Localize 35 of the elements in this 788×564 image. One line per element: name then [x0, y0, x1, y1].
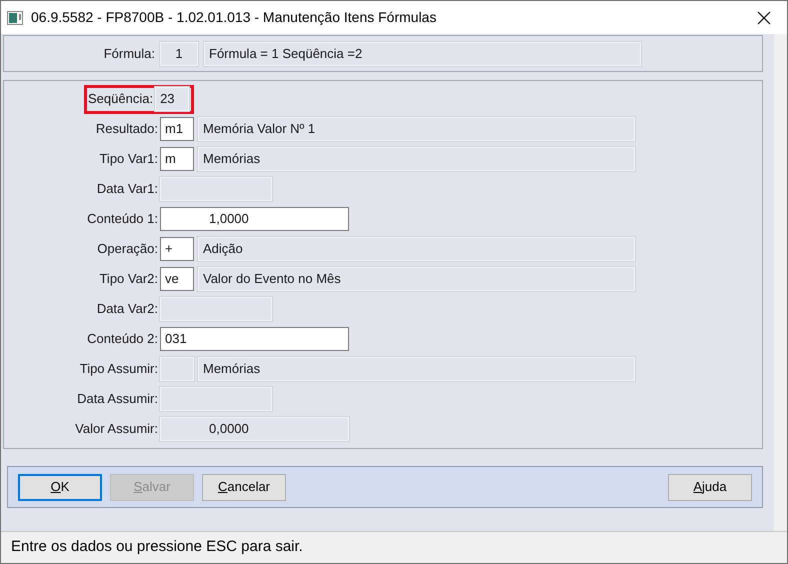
- field-label: Tipo Assumir:: [80, 360, 158, 378]
- dialog-button[interactable]: Cancelar: [202, 474, 286, 500]
- input-field[interactable]: +: [160, 237, 194, 261]
- dialog-button[interactable]: OK: [18, 474, 102, 500]
- readonly-field: Adição: [198, 237, 635, 261]
- readonly-field: 1: [160, 42, 198, 66]
- field-label: Resultado:: [96, 120, 158, 138]
- close-icon: [757, 10, 771, 24]
- readonly-field: Memórias: [198, 357, 635, 381]
- readonly-field: Fórmula = 1 Seqüência =2: [204, 42, 641, 66]
- field-label: Operação:: [97, 240, 158, 258]
- readonly-field: 0,0000: [160, 417, 349, 441]
- field-label: Fórmula:: [102, 44, 156, 63]
- status-text: Entre os dados ou pressione ESC para sair.: [11, 537, 303, 558]
- input-field[interactable]: m1: [160, 117, 194, 141]
- readonly-field: Memória Valor Nº 1: [198, 117, 635, 141]
- field-label: Tipo Var2:: [99, 270, 158, 288]
- field-label: Conteúdo 2:: [87, 330, 158, 348]
- input-field[interactable]: m: [160, 147, 194, 171]
- field-label: Valor Assumir:: [75, 420, 158, 438]
- input-field[interactable]: 031: [160, 327, 349, 351]
- window-icon: [7, 10, 23, 24]
- field-label: Tipo Var1:: [99, 150, 158, 168]
- field-label: Seqüência:: [88, 90, 154, 108]
- field-label: Data Assumir:: [77, 390, 158, 408]
- input-field[interactable]: 1,0000: [160, 207, 349, 231]
- readonly-field: 23: [155, 87, 190, 111]
- readonly-field: Memórias: [198, 147, 635, 171]
- window-title: 06.9.5582 - FP8700B - 1.02.01.013 - Manutenção Itens Fórmulas: [31, 8, 436, 27]
- field-label: Conteúdo 1:: [87, 210, 158, 228]
- field-label: Data Var1:: [96, 180, 158, 198]
- dialog-button[interactable]: Ajuda: [668, 474, 752, 500]
- input-field[interactable]: ve: [160, 267, 194, 291]
- readonly-field: Valor do Evento no Mês: [198, 267, 635, 291]
- field-label: Data Var2:: [96, 300, 158, 318]
